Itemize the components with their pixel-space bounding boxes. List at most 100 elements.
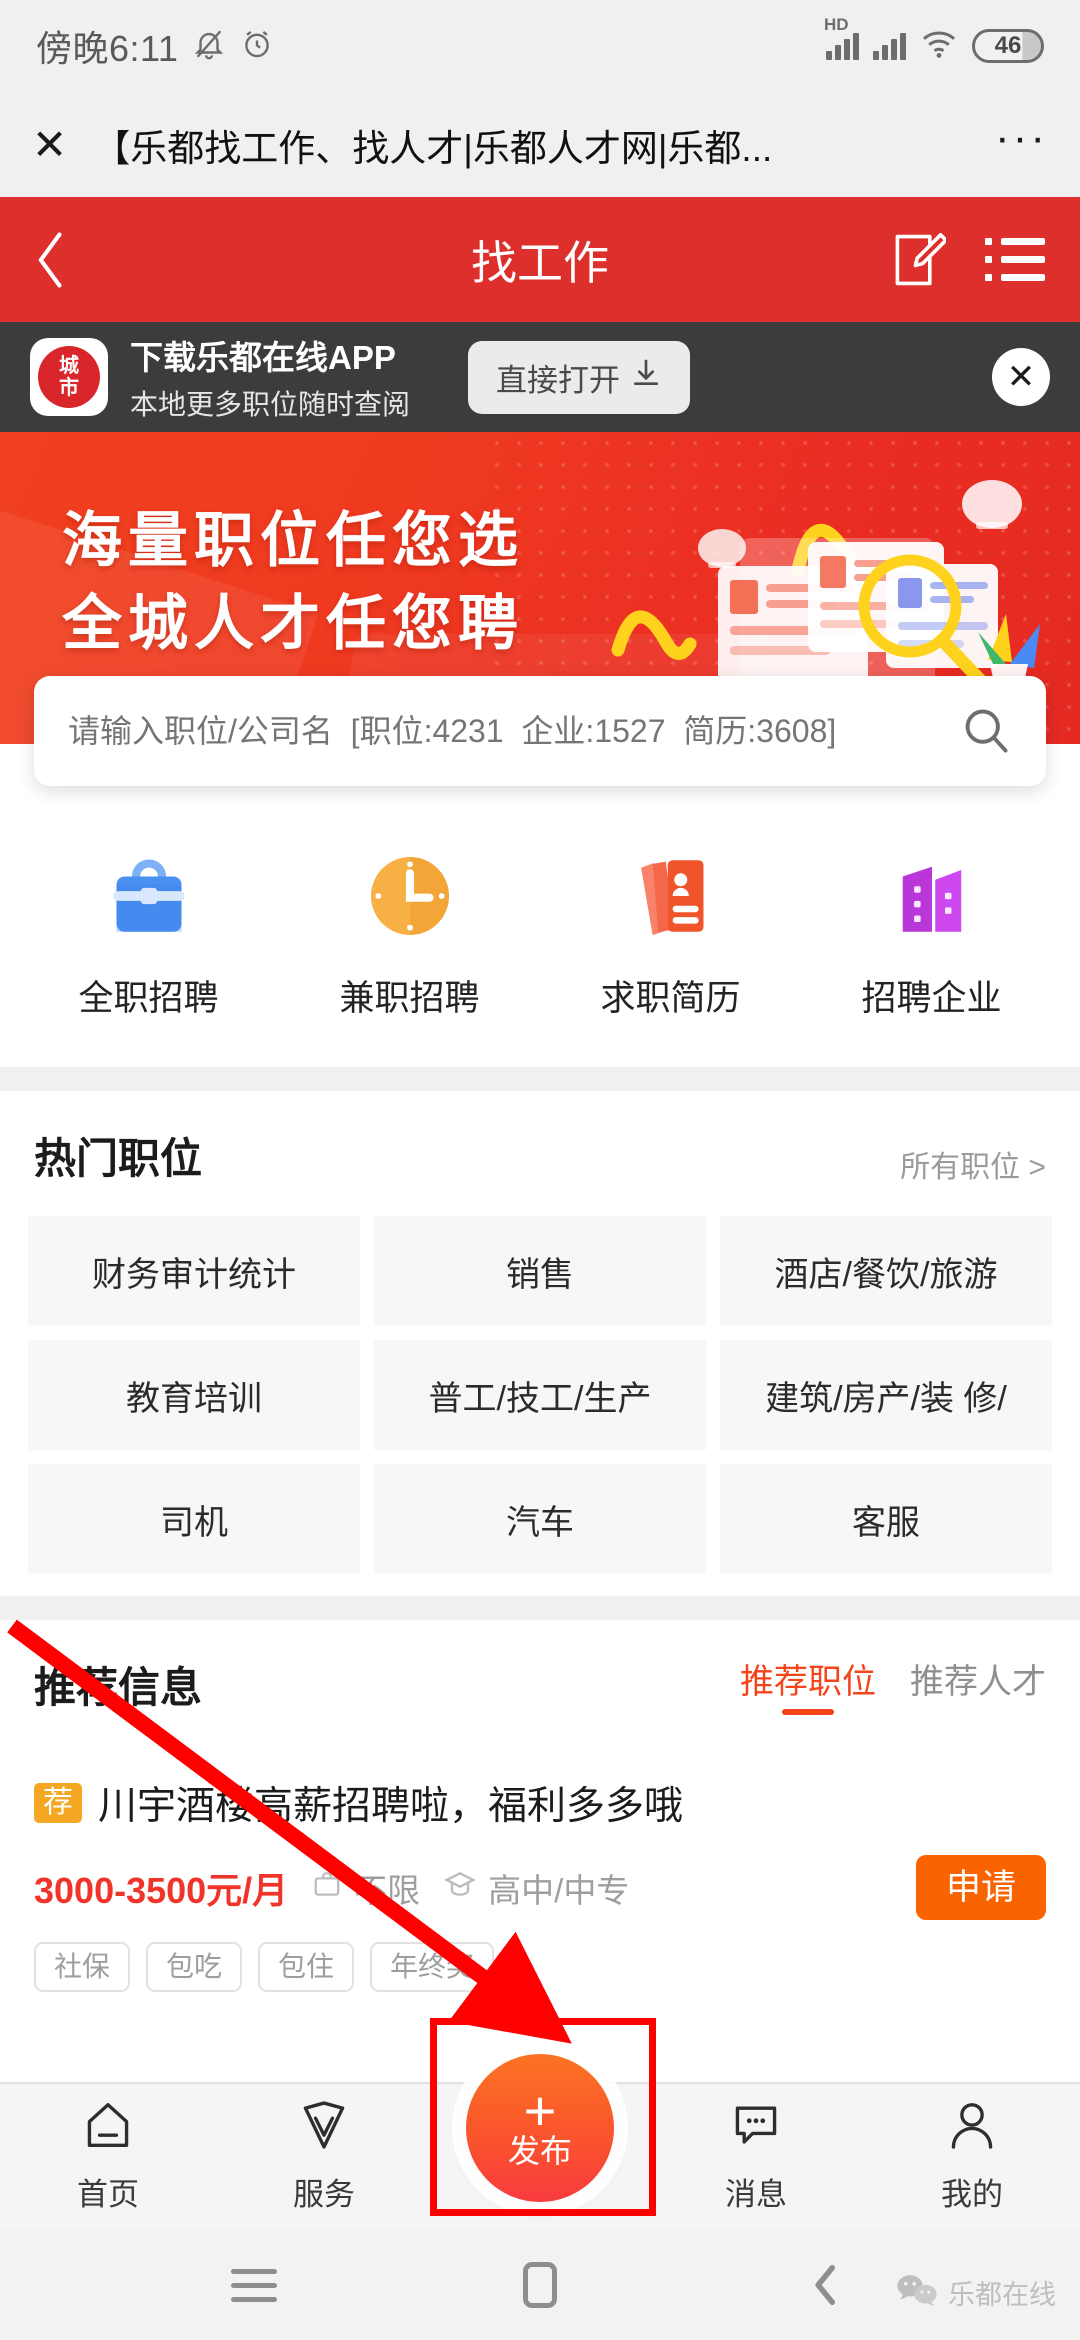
hd-label: HD — [824, 15, 849, 34]
category-item[interactable]: 财务审计统计 — [28, 1216, 360, 1326]
job-experience-label: 不限 — [354, 1871, 421, 1909]
app-logo: 城 市 — [30, 338, 108, 416]
status-bar-left: 傍晚6:11 — [36, 20, 274, 72]
job-title: 川宇酒楼高薪招聘啦，福利多多哦 — [98, 1785, 684, 1828]
app-logo-text-top: 城 — [59, 355, 79, 377]
close-icon[interactable]: ✕ — [32, 123, 67, 166]
battery-indicator: 46 — [972, 29, 1044, 63]
section-divider — [0, 1596, 1080, 1620]
job-education: 高中/中专 — [444, 1864, 629, 1912]
briefcase-small-icon — [312, 1869, 342, 1907]
status-bar-right: HD 46 — [824, 15, 1044, 64]
battery-level: 46 — [994, 32, 1022, 59]
app-download-banner: 城 市 下载乐都在线APP 本地更多职位随时查阅 直接打开 ✕ — [0, 322, 1080, 432]
quick-nav-label: 招聘企业 — [861, 979, 1002, 1018]
page-title: 【乐都找工作、找人才|乐都人才网|乐都... — [93, 127, 773, 169]
open-app-button[interactable]: 直接打开 — [468, 340, 691, 414]
recommend-section: 推荐信息 推荐职位 推荐人才 — [0, 1620, 1080, 1767]
download-banner-text: 下载乐都在线APP 本地更多职位随时查阅 — [130, 331, 410, 423]
back-chevron-icon[interactable] — [798, 2257, 854, 2313]
recommend-tabs: 推荐职位 推荐人才 — [740, 1654, 1046, 1715]
bottom-nav-item-messages[interactable]: 消息 — [656, 2098, 856, 2214]
list-menu-icon[interactable] — [984, 229, 1046, 291]
category-item[interactable]: 建筑/房产/装 修/ — [720, 1340, 1052, 1450]
hero-text: 海量职位任您选 全城人才任您聘 — [62, 500, 524, 666]
app-header: 找工作 — [0, 197, 1080, 322]
job-list: 荐 川宇酒楼高薪招聘啦，福利多多哦 3000-3500元/月 不限 高中/中专 … — [0, 1767, 1080, 1992]
job-education-label: 高中/中专 — [488, 1871, 630, 1909]
plus-icon: + — [523, 2078, 557, 2142]
open-app-label: 直接打开 — [496, 362, 621, 398]
section-title: 热门职位 — [34, 1135, 203, 1182]
back-chevron-icon[interactable] — [34, 231, 104, 289]
bottom-nav-item-home[interactable]: 首页 — [8, 2098, 208, 2214]
home-square-icon[interactable] — [512, 2257, 568, 2313]
hot-jobs-section: 热门职位 所有职位 > 财务审计统计 销售 酒店/餐饮/旅游 教育培训 普工/技… — [0, 1091, 1080, 1596]
category-item[interactable]: 司机 — [28, 1464, 360, 1574]
bottom-nav-label: 消息 — [725, 2177, 787, 2212]
job-card[interactable]: 荐 川宇酒楼高薪招聘啦，福利多多哦 3000-3500元/月 不限 高中/中专 … — [28, 1767, 1052, 1992]
category-item[interactable]: 普工/技工/生产 — [374, 1340, 706, 1450]
publish-label: 发布 — [507, 2133, 572, 2170]
quick-nav-item-fulltime[interactable]: 全职招聘 — [44, 844, 254, 1021]
wifi-icon — [920, 29, 958, 64]
quick-nav: 全职招聘 兼职招聘 求职简历 招聘企业 — [0, 744, 1080, 1067]
hero-line-2: 全城人才任您聘 — [62, 589, 524, 657]
hd-signal-icon: HD — [824, 15, 859, 60]
quick-nav-item-resume[interactable]: 求职简历 — [566, 844, 776, 1021]
bottom-nav-item-profile[interactable]: 我的 — [872, 2098, 1072, 2214]
job-tag: 年终奖 — [370, 1942, 495, 1992]
job-meta-row: 3000-3500元/月 不限 高中/中专 申请 — [34, 1855, 1046, 1920]
job-tag: 包吃 — [146, 1942, 243, 1992]
search-icon[interactable] — [960, 705, 1012, 757]
app-logo-text-bottom: 市 — [59, 377, 79, 399]
job-category-grid: 财务审计统计 销售 酒店/餐饮/旅游 教育培训 普工/技工/生产 建筑/房产/装… — [28, 1216, 1052, 1574]
bottom-nav-label: 首页 — [77, 2177, 139, 2212]
recent-apps-icon[interactable] — [226, 2257, 282, 2313]
quick-nav-item-companies[interactable]: 招聘企业 — [827, 844, 1037, 1021]
tab-recommend-talents[interactable]: 推荐人才 — [910, 1654, 1046, 1715]
quick-nav-label: 求职简历 — [600, 979, 741, 1018]
bottom-nav-label: 服务 — [293, 2177, 355, 2212]
category-item[interactable]: 销售 — [374, 1216, 706, 1326]
graduation-cap-icon — [444, 1869, 477, 1907]
wechat-icon — [896, 2273, 938, 2312]
more-options-icon[interactable]: ··· — [995, 115, 1048, 163]
hot-jobs-header: 热门职位 所有职位 > — [28, 1091, 1052, 1216]
category-item[interactable]: 酒店/餐饮/旅游 — [720, 1216, 1052, 1326]
category-item[interactable]: 客服 — [720, 1464, 1052, 1574]
browser-title-bar: ✕ 【乐都找工作、找人才|乐都人才网|乐都... ··· — [0, 92, 1080, 197]
download-icon — [630, 357, 662, 397]
section-title: 推荐信息 — [34, 1664, 203, 1711]
compose-edit-icon[interactable] — [888, 229, 950, 291]
clock-icon — [358, 844, 462, 948]
publish-fab-button[interactable]: + 发布 — [466, 2054, 614, 2202]
bottom-nav-item-service[interactable]: 服务 — [224, 2098, 424, 2214]
close-banner-icon[interactable]: ✕ — [992, 348, 1050, 406]
quick-nav-item-parttime[interactable]: 兼职招聘 — [305, 844, 515, 1021]
job-tag: 社保 — [34, 1942, 131, 1992]
apply-button[interactable]: 申请 — [915, 1855, 1046, 1920]
search-input[interactable] — [68, 712, 960, 750]
all-jobs-link[interactable]: 所有职位 > — [900, 1142, 1046, 1186]
message-bubble-icon — [729, 2098, 783, 2157]
home-icon — [81, 2098, 135, 2157]
job-tags: 社保 包吃 包住 年终奖 — [34, 1942, 1046, 1992]
search-bar[interactable] — [34, 676, 1046, 786]
bottom-nav: 首页 服务 + 发布 消息 我的 — [0, 2054, 1080, 2230]
briefcase-icon — [97, 844, 201, 948]
status-time: 傍晚6:11 — [36, 28, 179, 69]
category-item[interactable]: 汽车 — [374, 1464, 706, 1574]
tab-recommend-jobs[interactable]: 推荐职位 — [740, 1654, 876, 1715]
job-salary: 3000-3500元/月 — [34, 1869, 289, 1911]
hero-line-1: 海量职位任您选 — [62, 507, 524, 574]
recommended-badge: 荐 — [34, 1783, 82, 1823]
job-experience: 不限 — [312, 1864, 420, 1912]
download-banner-subtitle: 本地更多职位随时查阅 — [130, 389, 411, 420]
watermark-text: 乐都在线 — [948, 2280, 1056, 2310]
job-tag: 包住 — [258, 1942, 355, 1992]
recommend-header: 推荐信息 推荐职位 推荐人才 — [28, 1620, 1052, 1745]
app-header-actions — [888, 229, 1046, 291]
person-icon — [945, 2098, 999, 2157]
category-item[interactable]: 教育培训 — [28, 1340, 360, 1450]
